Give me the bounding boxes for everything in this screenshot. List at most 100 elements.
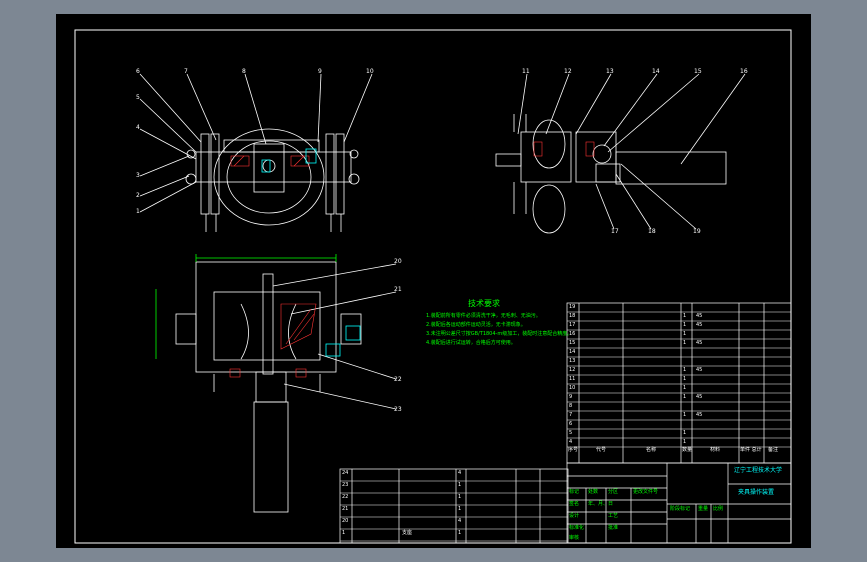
bom-header-weight: 单件 总计	[740, 447, 762, 453]
callout-1: 1	[136, 208, 140, 215]
bom-cell-no: 21	[342, 506, 349, 512]
bom-cell-qty: 1	[683, 439, 687, 445]
bom-cell-no: 15	[569, 340, 576, 346]
callout-3: 3	[136, 172, 140, 179]
bom-cell-no: 16	[569, 331, 576, 337]
title-block-label: 批准	[608, 525, 619, 531]
title-block-label: 更改文件号	[633, 489, 659, 495]
bom-cell-mat: 45	[696, 322, 703, 328]
bom-header-mat: 材料	[710, 447, 721, 453]
callout-19: 19	[693, 228, 701, 235]
title-block-label: 处数	[588, 489, 599, 495]
bom-cell-no: 1	[342, 530, 346, 536]
callout-12: 12	[564, 68, 572, 75]
callout-20: 20	[394, 258, 402, 265]
bom-cell-no: 22	[342, 494, 349, 500]
callout-13: 13	[606, 68, 614, 75]
bom-cell-qty: 1	[683, 376, 687, 382]
side-view	[495, 73, 746, 234]
bom-header-code: 代号	[596, 447, 607, 453]
drawing-sheet: 6 7 8 9 10 5 4 3 2 1 11 12 13 14 15 16 1…	[56, 14, 811, 548]
callout-7: 7	[184, 68, 188, 75]
tech-req-line: 2.装配后各运动部件运动灵活，无卡滞现象。	[426, 322, 526, 328]
callout-4: 4	[136, 124, 140, 131]
bom-cell-no: 18	[569, 313, 576, 319]
bom-cell-no: 4	[569, 439, 573, 445]
bom-cell-mat: 45	[696, 313, 703, 319]
tech-req-line: 3.未注明公差尺寸按GB/T1804-m级加工，装配时注意配合精度。	[426, 331, 573, 337]
bom-cell-no: 8	[569, 403, 573, 409]
title-block-label: 标准化	[569, 525, 585, 531]
title-block-label: 设计	[569, 513, 580, 519]
bom-cell-qty: 1	[458, 482, 462, 488]
bom-cell-qty: 1	[683, 412, 687, 418]
bom-upper-grid	[566, 302, 792, 464]
bom-cell-no: 20	[342, 518, 349, 524]
bom-cell-qty: 1	[458, 494, 462, 500]
bom-cell-qty: 1	[683, 322, 687, 328]
callout-21: 21	[394, 286, 402, 293]
cad-drawing	[74, 29, 792, 544]
bom-cell-qty: 1	[683, 385, 687, 391]
bom-cell-qty: 1	[683, 313, 687, 319]
bom-cell-qty: 1	[683, 331, 687, 337]
bom-cell-qty: 1	[458, 506, 462, 512]
front-section-view	[155, 254, 397, 513]
callout-17: 17	[611, 228, 619, 235]
callout-16: 16	[740, 68, 748, 75]
bom-cell-no: 17	[569, 322, 576, 328]
title-block-label: 重量	[698, 506, 709, 512]
title-block-label: 标记	[569, 489, 580, 495]
bom-cell-no: 13	[569, 358, 576, 364]
bom-cell-no: 10	[569, 385, 576, 391]
bom-header-qty: 数量	[682, 447, 693, 453]
title-block-label: 签名	[569, 501, 580, 507]
bom-cell-no: 14	[569, 349, 576, 355]
callout-23: 23	[394, 406, 402, 413]
bom-cell-no: 23	[342, 482, 349, 488]
school-name: 辽宁工程技术大学	[734, 467, 783, 474]
title-block-label: 审核	[569, 535, 580, 541]
bom-cell-no: 5	[569, 430, 573, 436]
tech-req-line: 4.装配后进行试运转，合格后方可使用。	[426, 340, 516, 346]
bom-cell-no: 19	[569, 304, 576, 310]
bom-cell-qty: 1	[683, 340, 687, 346]
bom-cell-no: 11	[569, 376, 576, 382]
callout-2: 2	[136, 192, 140, 199]
bom-cell-mat: 45	[696, 340, 703, 346]
callout-6: 6	[136, 68, 140, 75]
title-block-label: 阶段标记	[670, 506, 691, 512]
callout-5: 5	[136, 94, 140, 101]
bom-header-seq: 序号	[568, 447, 579, 453]
bom-cell-name: 支座	[402, 530, 413, 536]
callout-10: 10	[366, 68, 374, 75]
bom-cell-no: 24	[342, 470, 349, 476]
tech-req-line: 1.装配前所有零件必须清洗干净，无毛刺、无油污。	[426, 313, 541, 319]
callout-11: 11	[522, 68, 530, 75]
bom-cell-mat: 45	[696, 367, 703, 373]
drawing-title: 夹具操作装置	[738, 489, 775, 496]
bom-cell-qty: 4	[458, 470, 462, 476]
bom-header-remark: 备注	[768, 447, 779, 453]
title-block-label: 比例	[713, 506, 724, 512]
bom-cell-qty: 1	[458, 530, 462, 536]
title-block-label: 年、月、日	[588, 501, 614, 507]
callout-14: 14	[652, 68, 660, 75]
callout-22: 22	[394, 376, 402, 383]
bom-cell-mat: 45	[696, 394, 703, 400]
callout-9: 9	[318, 68, 322, 75]
callout-18: 18	[648, 228, 656, 235]
title-block-label: 工艺	[608, 513, 619, 519]
bom-header-name: 名称	[646, 447, 657, 453]
bom-lower-grid	[339, 468, 569, 544]
callout-8: 8	[242, 68, 246, 75]
bom-cell-qty: 1	[683, 367, 687, 373]
bom-cell-no: 12	[569, 367, 576, 373]
callout-15: 15	[694, 68, 702, 75]
tech-req-title: 技术要求	[468, 299, 500, 308]
bom-cell-no: 7	[569, 412, 573, 418]
bom-cell-no: 6	[569, 421, 573, 427]
bom-cell-qty: 4	[458, 518, 462, 524]
bom-cell-mat: 45	[696, 412, 703, 418]
bom-cell-no: 9	[569, 394, 573, 400]
